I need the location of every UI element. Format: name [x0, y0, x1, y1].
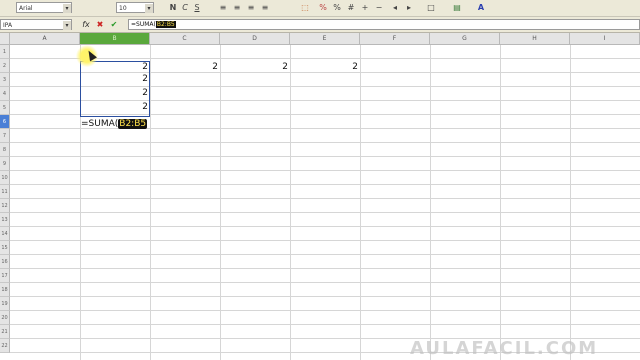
row-header[interactable]: 21	[0, 325, 10, 339]
row-header[interactable]: 7	[0, 129, 10, 143]
column-header-g[interactable]: G	[430, 33, 500, 45]
row-header[interactable]: 10	[0, 171, 10, 185]
grid-line	[360, 45, 361, 360]
font-name-value: Arial	[19, 5, 33, 12]
row-header[interactable]: 15	[0, 241, 10, 255]
grid-line	[10, 156, 640, 157]
grid-line	[10, 58, 640, 59]
column-header-b[interactable]: B	[80, 33, 150, 45]
align-left-icon[interactable]: ≡	[218, 2, 228, 13]
add-decimal-icon[interactable]: +	[360, 2, 370, 13]
font-size-select[interactable]: 10 ▾	[116, 2, 154, 13]
select-all-corner[interactable]	[0, 33, 10, 45]
formatting-toolbar: Arial ▾ 10 ▾ N C S ≡ ≡ ≡ ≡ ⬚ % % # + − ◂…	[0, 0, 640, 17]
bold-button[interactable]: N	[168, 2, 178, 13]
row-header[interactable]: 3	[0, 73, 10, 87]
borders-icon[interactable]: □	[426, 2, 436, 13]
font-color-icon[interactable]: A	[476, 2, 486, 13]
column-header-c[interactable]: C	[150, 33, 220, 45]
row-header[interactable]: 17	[0, 269, 10, 283]
formula-input-range: B2:B5	[155, 21, 176, 28]
column-header-h[interactable]: H	[500, 33, 570, 45]
grid-line	[430, 45, 431, 360]
grid-line	[10, 282, 640, 283]
active-cell-formula-prefix: =SUMA(	[81, 119, 119, 129]
column-header-e[interactable]: E	[290, 33, 360, 45]
grid-line	[220, 45, 221, 360]
formula-bar: IPA ▾ fx ✖ ✔ =SUMA(B2:B5	[0, 17, 640, 33]
grid-line	[290, 45, 291, 360]
align-center-icon[interactable]: ≡	[232, 2, 242, 13]
chevron-down-icon[interactable]: ▾	[63, 21, 71, 30]
accept-icon[interactable]: ✔	[108, 19, 120, 30]
formula-input-prefix: =SUMA(	[131, 21, 156, 28]
row-header[interactable]: 1	[0, 45, 10, 59]
grid-line	[10, 324, 640, 325]
formula-input[interactable]: =SUMA(B2:B5	[128, 19, 640, 30]
italic-button[interactable]: C	[180, 2, 190, 13]
column-header-a[interactable]: A	[10, 33, 80, 45]
row-header[interactable]: 9	[0, 157, 10, 171]
row-header[interactable]: 12	[0, 199, 10, 213]
percent-icon[interactable]: %	[332, 2, 342, 13]
currency-icon[interactable]: %	[318, 2, 328, 13]
row-header[interactable]: 8	[0, 143, 10, 157]
chevron-down-icon[interactable]: ▾	[145, 4, 153, 13]
row-header[interactable]: 11	[0, 185, 10, 199]
grid-line	[150, 45, 151, 360]
font-name-select[interactable]: Arial ▾	[16, 2, 72, 13]
number-format-icon[interactable]: #	[346, 2, 356, 13]
column-header-f[interactable]: F	[360, 33, 430, 45]
column-header-i[interactable]: I	[570, 33, 640, 45]
name-box-value: IPA	[3, 22, 13, 29]
decrease-indent-icon[interactable]: ◂	[390, 2, 400, 13]
increase-indent-icon[interactable]: ▸	[404, 2, 414, 13]
grid-line	[10, 296, 640, 297]
remove-decimal-icon[interactable]: −	[374, 2, 384, 13]
grid-line	[10, 254, 640, 255]
row-header[interactable]: 5	[0, 101, 10, 115]
font-size-value: 10	[119, 5, 127, 12]
cell-d2[interactable]: 2	[222, 62, 290, 73]
grid-line	[10, 170, 640, 171]
row-header[interactable]: 2	[0, 59, 10, 73]
row-header[interactable]: 19	[0, 297, 10, 311]
row-header[interactable]: 20	[0, 311, 10, 325]
row-header[interactable]: 18	[0, 283, 10, 297]
grid-line	[500, 45, 501, 360]
column-header-d[interactable]: D	[220, 33, 290, 45]
cell-c2[interactable]: 2	[152, 62, 220, 73]
active-cell-formula-range: B2:B5	[118, 119, 148, 129]
background-color-icon[interactable]: ▤	[452, 2, 462, 13]
row-header[interactable]: 22	[0, 339, 10, 353]
row-header[interactable]: 16	[0, 255, 10, 269]
referenced-range-border	[80, 61, 150, 117]
grid-line	[10, 212, 640, 213]
underline-button[interactable]: S	[192, 2, 202, 13]
watermark-logo: AULAFACIL.COM	[410, 338, 599, 359]
grid-line	[10, 268, 640, 269]
row-header[interactable]: 4	[0, 87, 10, 101]
row-header[interactable]: 6	[0, 115, 10, 129]
grid-line	[10, 184, 640, 185]
function-wizard-icon[interactable]: fx	[80, 19, 92, 30]
row-header[interactable]: 13	[0, 213, 10, 227]
chevron-down-icon[interactable]: ▾	[63, 4, 71, 13]
grid-line	[10, 240, 640, 241]
active-cell-b6[interactable]: =SUMA(B2:B5	[81, 119, 148, 130]
grid-line	[570, 45, 571, 360]
grid-line	[10, 310, 640, 311]
merge-cells-icon[interactable]: ⬚	[300, 2, 310, 13]
cell-e2[interactable]: 2	[292, 62, 360, 73]
name-box[interactable]: IPA ▾	[0, 19, 72, 30]
align-right-icon[interactable]: ≡	[246, 2, 256, 13]
grid-line	[10, 226, 640, 227]
row-header[interactable]: 14	[0, 227, 10, 241]
cancel-icon[interactable]: ✖	[94, 19, 106, 30]
justify-icon[interactable]: ≡	[260, 2, 270, 13]
grid-line	[10, 198, 640, 199]
grid-line	[10, 142, 640, 143]
